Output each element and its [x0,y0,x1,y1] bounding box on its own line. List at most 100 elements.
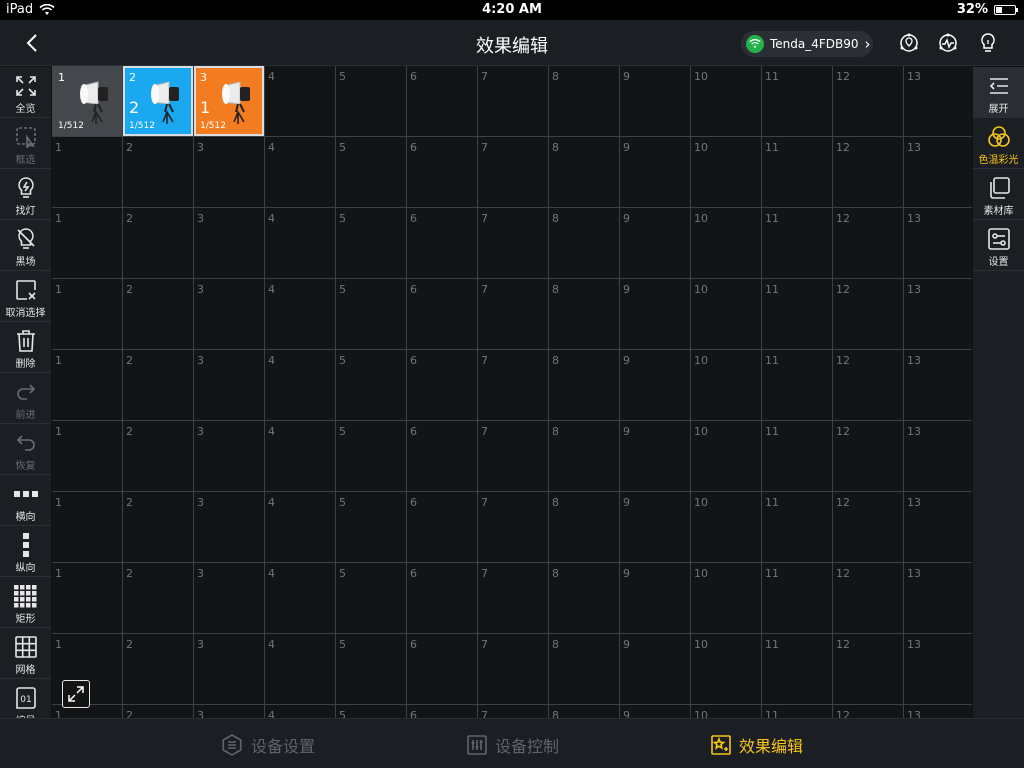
grid-cell-number: 2 [126,567,133,580]
light-tile-2[interactable]: 2 2 1/512 [123,66,193,136]
status-bar: iPad 4:20 AM 32% [0,0,1024,20]
tool-grid-button[interactable]: 网格 [0,628,51,679]
grid-cell-number: 9 [623,638,630,651]
grid-cell-number: 12 [836,212,850,225]
grid-cell-number: 3 [197,425,204,438]
grid-cell-number: 6 [410,283,417,296]
panel-settings-button[interactable]: 设置 [973,220,1024,271]
tool-deselect-button[interactable]: 取消选择 [0,271,51,322]
tile-address: 1/512 [129,121,155,131]
expand-list-icon [986,73,1012,99]
grid-cell-number: 5 [339,212,346,225]
tool-box-select-button[interactable]: 框选 [0,118,51,169]
grid-cell-number: 3 [197,141,204,154]
grid-cell-number: 8 [552,283,559,296]
fullscreen-button[interactable] [62,680,90,708]
grid-cell-number: 8 [552,709,559,718]
right-toolbar: 展开 色温彩光 素材库 设置 [973,67,1024,718]
grid-cell-number: 12 [836,638,850,651]
device-control-icon [467,735,487,755]
back-button[interactable] [20,30,44,56]
tile-number: 2 [129,71,136,84]
grid-cell-number: 9 [623,283,630,296]
grid-cell-number: 6 [410,638,417,651]
light-tile-1[interactable]: 1 1/512 [52,66,122,136]
header-bar: 效果编辑 Tenda_4FDB90 › [0,20,1024,66]
grid-cell-number: 4 [268,354,275,367]
grid-cell-number: 8 [552,567,559,580]
grid-cell-number: 4 [268,70,275,83]
panel-label: 素材库 [983,206,1014,217]
grid-cell-number: 6 [410,496,417,509]
activity-icon[interactable] [936,31,960,55]
library-icon [986,175,1012,201]
tool-label: 黑场 [15,257,36,268]
expand-arrows-icon [68,686,84,702]
wifi-network-button[interactable]: Tenda_4FDB90 › [741,31,873,57]
grid-lines [52,66,972,718]
grid-cell-number: 10 [694,283,708,296]
tool-horizontal-button[interactable]: 横向 [0,475,51,526]
grid-cell-number: 4 [268,283,275,296]
panel-library-button[interactable]: 素材库 [973,169,1024,220]
grid-cell-number: 10 [694,212,708,225]
grid-cell-number: 3 [197,709,204,718]
tool-find-light-button[interactable]: 找灯 [0,169,51,220]
grid-cell-number: 13 [907,638,921,651]
grid-cell-number: 5 [339,425,346,438]
light-grid[interactable]: 4 5 6 7 8 9 10 11 12 13 1 2 3 4 5 6 7 8 9 10 11 12 13 1 2 3 4 5 6 7 8 9… [52,66,972,718]
grid-cell-number: 7 [481,709,488,718]
left-toolbar: 全览 框选 找灯 黑场 取消选择 删除 前进 恢复 横向 纵向 矩形 网格 01 … [0,67,51,718]
tool-restore-button[interactable]: 恢复 [0,424,51,475]
grid-cell-number: 2 [126,141,133,154]
status-time: 4:20 AM [482,2,542,17]
grid-cell-number: 11 [765,212,779,225]
device-settings-icon [221,734,243,756]
grid-cell-number: 9 [623,354,630,367]
grid-cell-number: 11 [765,496,779,509]
grid-cell-number: 6 [410,709,417,718]
tool-blackout-button[interactable]: 黑场 [0,220,51,271]
wifi-icon [746,35,764,53]
grid-cell-number: 3 [197,354,204,367]
grid-cell-number: 4 [268,567,275,580]
grid-cell-number: 1 [55,212,62,225]
location-light-icon[interactable] [897,31,921,55]
tool-rectangle-button[interactable]: 矩形 [0,577,51,628]
svg-text:01: 01 [20,695,31,705]
tool-select-all-button[interactable]: 全览 [0,67,51,118]
grid-cell-number: 10 [694,141,708,154]
grid-cell-number: 3 [197,638,204,651]
bulb-off-icon [13,226,39,252]
grid-cell-number: 6 [410,212,417,225]
tool-forward-button[interactable]: 前进 [0,373,51,424]
tab-effect-edit[interactable]: 效果编辑 [711,733,803,757]
panel-cct-button[interactable]: 色温彩光 [973,118,1024,169]
tool-label: 矩形 [15,614,36,625]
grid-cell-number: 12 [836,283,850,296]
grid-cell-number: 5 [339,567,346,580]
grid-cell-number: 13 [907,141,921,154]
grid-cell-number: 12 [836,496,850,509]
tab-device-control[interactable]: 设备控制 [467,733,559,757]
horizontal-layout-icon [13,481,39,507]
tab-device-settings[interactable]: 设备设置 [221,733,315,757]
bottom-tab-bar: 设备设置 设备控制 效果编辑 [0,718,1024,768]
grid-cell-number: 12 [836,141,850,154]
tool-label: 删除 [15,359,36,370]
grid-cell-number: 3 [197,212,204,225]
grid-cell-number: 11 [765,70,779,83]
panel-expand-button[interactable]: 展开 [973,67,1024,118]
grid-cell-number: 1 [55,283,62,296]
grid-cell-number: 6 [410,141,417,154]
tool-delete-button[interactable]: 删除 [0,322,51,373]
grid-icon [13,634,39,660]
tool-number-button[interactable]: 01 编号 [0,679,51,718]
tool-vertical-button[interactable]: 纵向 [0,526,51,577]
light-tile-3[interactable]: 3 1 1/512 [194,66,264,136]
bulb-icon[interactable] [976,31,1000,55]
grid-cell-number: 1 [55,425,62,438]
grid-cell-number: 6 [410,70,417,83]
tab-label: 设备控制 [495,737,560,756]
grid-cell-number: 10 [694,638,708,651]
